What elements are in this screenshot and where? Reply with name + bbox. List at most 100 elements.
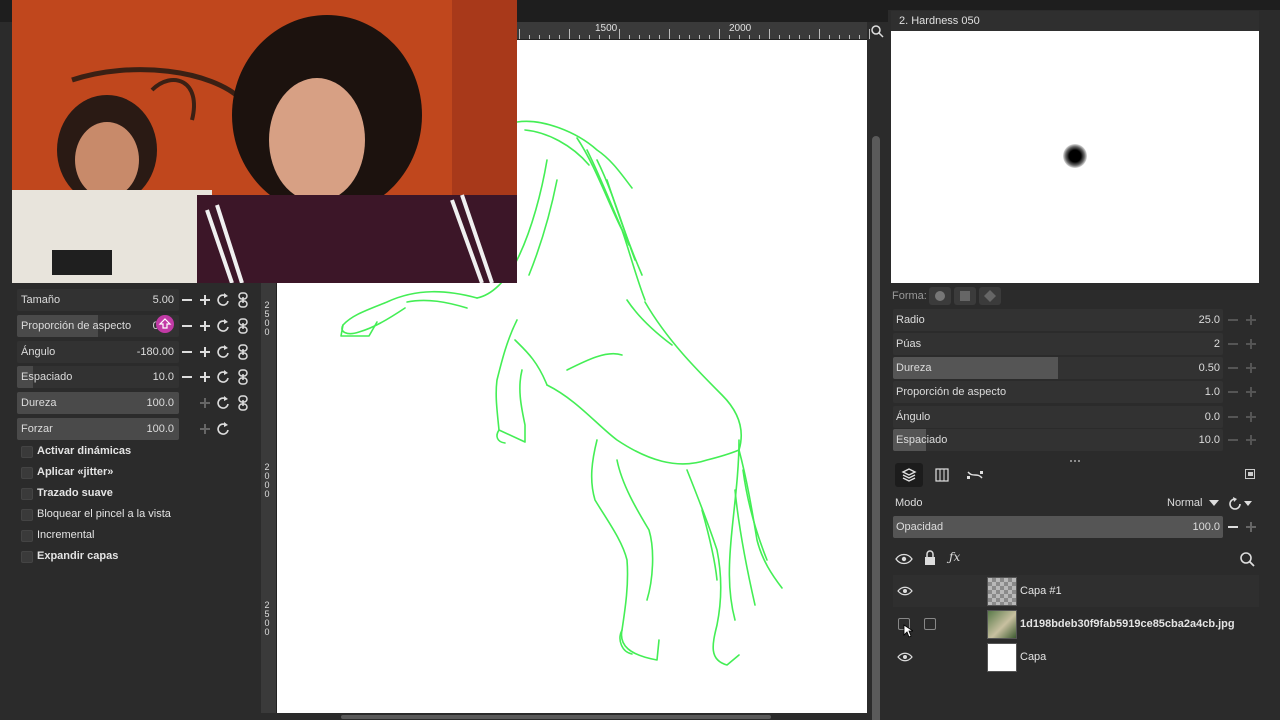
brush-shape-row: Forma: — [888, 285, 1280, 307]
plus-icon[interactable] — [197, 318, 213, 334]
eye-icon[interactable] — [897, 649, 913, 665]
reset-icon[interactable] — [215, 292, 231, 308]
chain-icon[interactable] — [235, 369, 251, 385]
brush-param-slider[interactable]: Ángulo 0.0 — [893, 406, 1223, 428]
layer-row[interactable]: 1d198bdeb30f9fab5919ce85cba2a4cb.jpg — [893, 608, 1259, 640]
plus-icon[interactable] — [197, 395, 213, 411]
link-toggle[interactable] — [924, 618, 936, 630]
tool-options-panel: Tamaño 5.00 Proporción de aspecto0.10 Ángul… — [13, 283, 260, 720]
option-checkbox-row[interactable]: Trazado suave — [21, 485, 261, 503]
chain-icon[interactable] — [235, 318, 251, 334]
shape-circle-button[interactable] — [929, 287, 951, 305]
search-icon[interactable] — [1239, 551, 1255, 570]
minus-icon[interactable] — [179, 344, 195, 360]
plus-icon[interactable] — [197, 421, 213, 437]
checkbox-label: Incremental — [37, 529, 95, 541]
shape-diamond-button[interactable] — [979, 287, 1001, 305]
plus-icon[interactable] — [197, 344, 213, 360]
reset-icon[interactable] — [215, 344, 231, 360]
minus-icon[interactable] — [179, 395, 195, 411]
eye-icon[interactable] — [897, 583, 913, 599]
minus-icon[interactable] — [1225, 336, 1241, 352]
plus-icon[interactable] — [1243, 360, 1259, 376]
vertical-ruler[interactable]: 250020002500 — [261, 283, 277, 713]
tab-paths[interactable] — [961, 463, 989, 487]
plus-icon[interactable] — [1243, 409, 1259, 425]
brush-param-slider[interactable]: Dureza 0.50 — [893, 357, 1223, 379]
reset-icon[interactable] — [215, 395, 231, 411]
reset-icon[interactable] — [215, 318, 231, 334]
mode-dropdown[interactable]: Normal — [1167, 497, 1202, 509]
minus-icon[interactable] — [1225, 409, 1241, 425]
reset-icon[interactable] — [215, 369, 231, 385]
plus-icon[interactable] — [197, 369, 213, 385]
plus-icon[interactable] — [1243, 336, 1259, 352]
chain-icon[interactable] — [235, 344, 251, 360]
tool-option-slider[interactable]: Proporción de aspecto0.10 — [17, 315, 179, 337]
reset-icon[interactable] — [215, 421, 231, 437]
minus-icon[interactable] — [1225, 432, 1241, 448]
option-checkbox-row[interactable]: Incremental — [21, 527, 261, 545]
chevron-down-icon[interactable] — [1209, 498, 1219, 510]
tool-option-slider[interactable]: Ángulo -180.00 — [17, 341, 179, 363]
checkbox[interactable] — [21, 551, 33, 563]
brush-param-slider[interactable]: Radio 25.0 — [893, 309, 1223, 331]
canvas-vertical-scrollbar[interactable] — [870, 40, 882, 720]
opacity-increase-button[interactable] — [1243, 519, 1259, 535]
effects-icon[interactable]: ƒx — [949, 550, 960, 564]
reset-mode-icon[interactable] — [1227, 495, 1253, 514]
layer-row[interactable]: Capa #1 — [893, 575, 1259, 607]
minus-icon[interactable] — [179, 292, 195, 308]
horizontal-ruler[interactable]: 1500 2000 — [517, 22, 870, 40]
checkbox[interactable] — [21, 488, 33, 500]
tab-channels[interactable] — [928, 463, 956, 487]
tool-option-slider[interactable]: Tamaño 5.00 — [17, 289, 179, 311]
dock-resize-grip[interactable] — [1068, 455, 1082, 462]
brush-param-slider[interactable]: Púas 2 — [893, 333, 1223, 355]
opacity-decrease-button[interactable] — [1225, 519, 1241, 535]
checkbox[interactable] — [21, 467, 33, 479]
checkbox[interactable] — [21, 509, 33, 521]
shape-square-button[interactable] — [954, 287, 976, 305]
checkbox[interactable] — [21, 530, 33, 542]
minus-icon[interactable] — [179, 421, 195, 437]
canvas-horizontal-scrollbar[interactable] — [277, 713, 867, 720]
layer-row[interactable]: Capa — [893, 641, 1259, 673]
plus-icon[interactable] — [1243, 312, 1259, 328]
ruler-tick — [659, 35, 660, 39]
tool-option-slider[interactable]: Forzar 100.0 — [17, 418, 179, 440]
opacity-slider[interactable]: Opacidad 100.0 — [893, 516, 1223, 538]
option-checkbox-row[interactable]: Bloquear el pincel a la vista — [21, 506, 261, 524]
minus-icon[interactable] — [1225, 360, 1241, 376]
checkbox[interactable] — [21, 446, 33, 458]
minus-icon[interactable] — [1225, 312, 1241, 328]
brush-param-label: Ángulo — [896, 411, 931, 423]
plus-icon[interactable] — [1243, 384, 1259, 400]
chain-icon[interactable] — [235, 292, 251, 308]
tool-option-slider[interactable]: Dureza 100.0 — [17, 392, 179, 414]
option-checkbox-row[interactable]: Aplicar «jitter» — [21, 464, 261, 482]
option-checkbox-row[interactable]: Expandir capas — [21, 548, 261, 566]
layer-name: Capa #1 — [1020, 585, 1062, 597]
brush-tab-strip[interactable] — [888, 0, 1280, 10]
minus-icon[interactable] — [1225, 384, 1241, 400]
brush-param-slider[interactable]: Proporción de aspecto 1.0 — [893, 381, 1223, 403]
option-checkbox-row[interactable]: Activar dinámicas — [21, 443, 261, 461]
plus-icon[interactable] — [197, 292, 213, 308]
zoom-navigate-icon[interactable] — [868, 22, 886, 40]
lock-icon[interactable] — [923, 550, 937, 569]
plus-icon[interactable] — [1243, 432, 1259, 448]
minus-icon[interactable] — [179, 369, 195, 385]
tool-option-slider[interactable]: Espaciado 10.0 — [17, 366, 179, 388]
tab-layers[interactable] — [895, 463, 923, 487]
dock-menu-icon[interactable] — [1245, 469, 1255, 479]
ruler-tick — [749, 35, 750, 39]
minus-icon[interactable] — [179, 318, 195, 334]
brush-param-slider[interactable]: Espaciado 10.0 — [893, 429, 1223, 451]
layer-mode-row[interactable]: Modo Normal — [893, 492, 1259, 514]
layer-opacity-row[interactable]: Opacidad 100.0 — [893, 516, 1259, 538]
ruler-tick — [629, 35, 630, 39]
ruler-label: 0 — [264, 471, 270, 481]
eye-icon[interactable] — [895, 551, 913, 570]
chain-icon[interactable] — [235, 395, 251, 411]
